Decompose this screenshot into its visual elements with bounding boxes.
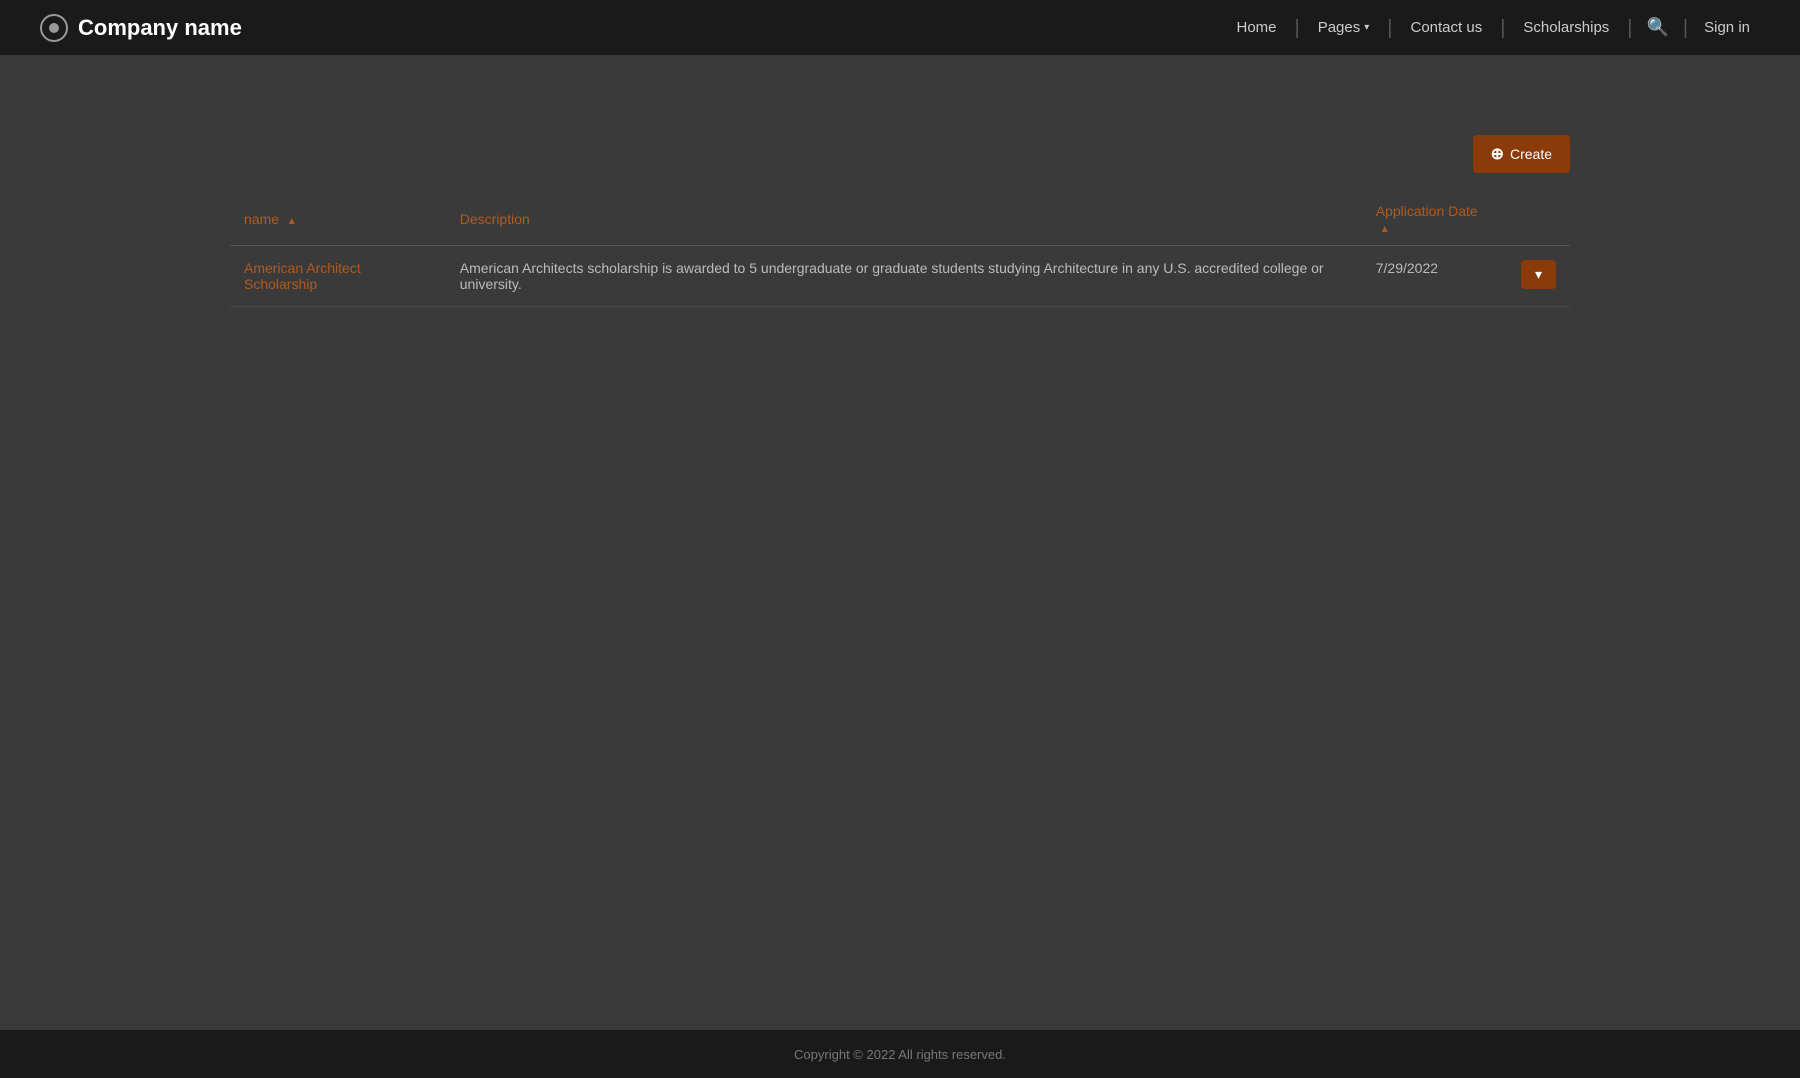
- nav-scholarships[interactable]: Scholarships: [1505, 19, 1627, 36]
- create-button[interactable]: ⊕ Create: [1473, 135, 1570, 173]
- footer: Copyright © 2022 All rights reserved.: [0, 1030, 1800, 1078]
- col-description[interactable]: Description: [446, 193, 1362, 246]
- col-date[interactable]: Application Date ▲: [1362, 193, 1507, 246]
- copyright-text: Copyright © 2022 All rights reserved.: [794, 1047, 1006, 1062]
- navbar-icons: 🔍 | Sign in: [1639, 13, 1761, 42]
- toolbar: ⊕ Create: [230, 135, 1570, 173]
- scholarships-table: name ▲ Description Application Date ▲ Am…: [230, 193, 1570, 307]
- row-date: 7/29/2022: [1362, 246, 1507, 307]
- nav-sep-5: |: [1683, 18, 1688, 38]
- name-sort-icon: ▲: [287, 216, 297, 227]
- nav-sep-4: |: [1627, 18, 1632, 38]
- pages-caret-icon: ▾: [1364, 22, 1369, 33]
- nav-signin[interactable]: Sign in: [1694, 19, 1760, 36]
- date-sort-icon: ▲: [1380, 224, 1390, 235]
- nav-home[interactable]: Home: [1218, 19, 1294, 36]
- row-description: American Architects scholarship is award…: [446, 246, 1362, 307]
- create-label: Create: [1510, 146, 1552, 162]
- row-action: ▾: [1507, 246, 1570, 307]
- plus-icon: ⊕: [1491, 144, 1504, 164]
- nav-contact[interactable]: Contact us: [1392, 19, 1500, 36]
- col-actions: [1507, 193, 1570, 246]
- navbar: Company name Home | Pages ▾ | Contact us…: [0, 0, 1800, 55]
- search-button[interactable]: 🔍: [1639, 13, 1677, 42]
- main-content: ⊕ Create name ▲ Description Application …: [0, 55, 1800, 1030]
- brand-icon: [40, 14, 68, 42]
- row-action-button[interactable]: ▾: [1521, 260, 1556, 289]
- brand: Company name: [40, 14, 242, 42]
- brand-name: Company name: [78, 15, 242, 41]
- table-header-row: name ▲ Description Application Date ▲: [230, 193, 1570, 246]
- nav-links: Home | Pages ▾ | Contact us | Scholarshi…: [1218, 18, 1632, 38]
- nav-pages[interactable]: Pages ▾: [1300, 19, 1388, 36]
- table-row: American Architect ScholarshipAmerican A…: [230, 246, 1570, 307]
- chevron-down-icon: ▾: [1535, 266, 1542, 283]
- col-name[interactable]: name ▲: [230, 193, 446, 246]
- row-name[interactable]: American Architect Scholarship: [230, 246, 446, 307]
